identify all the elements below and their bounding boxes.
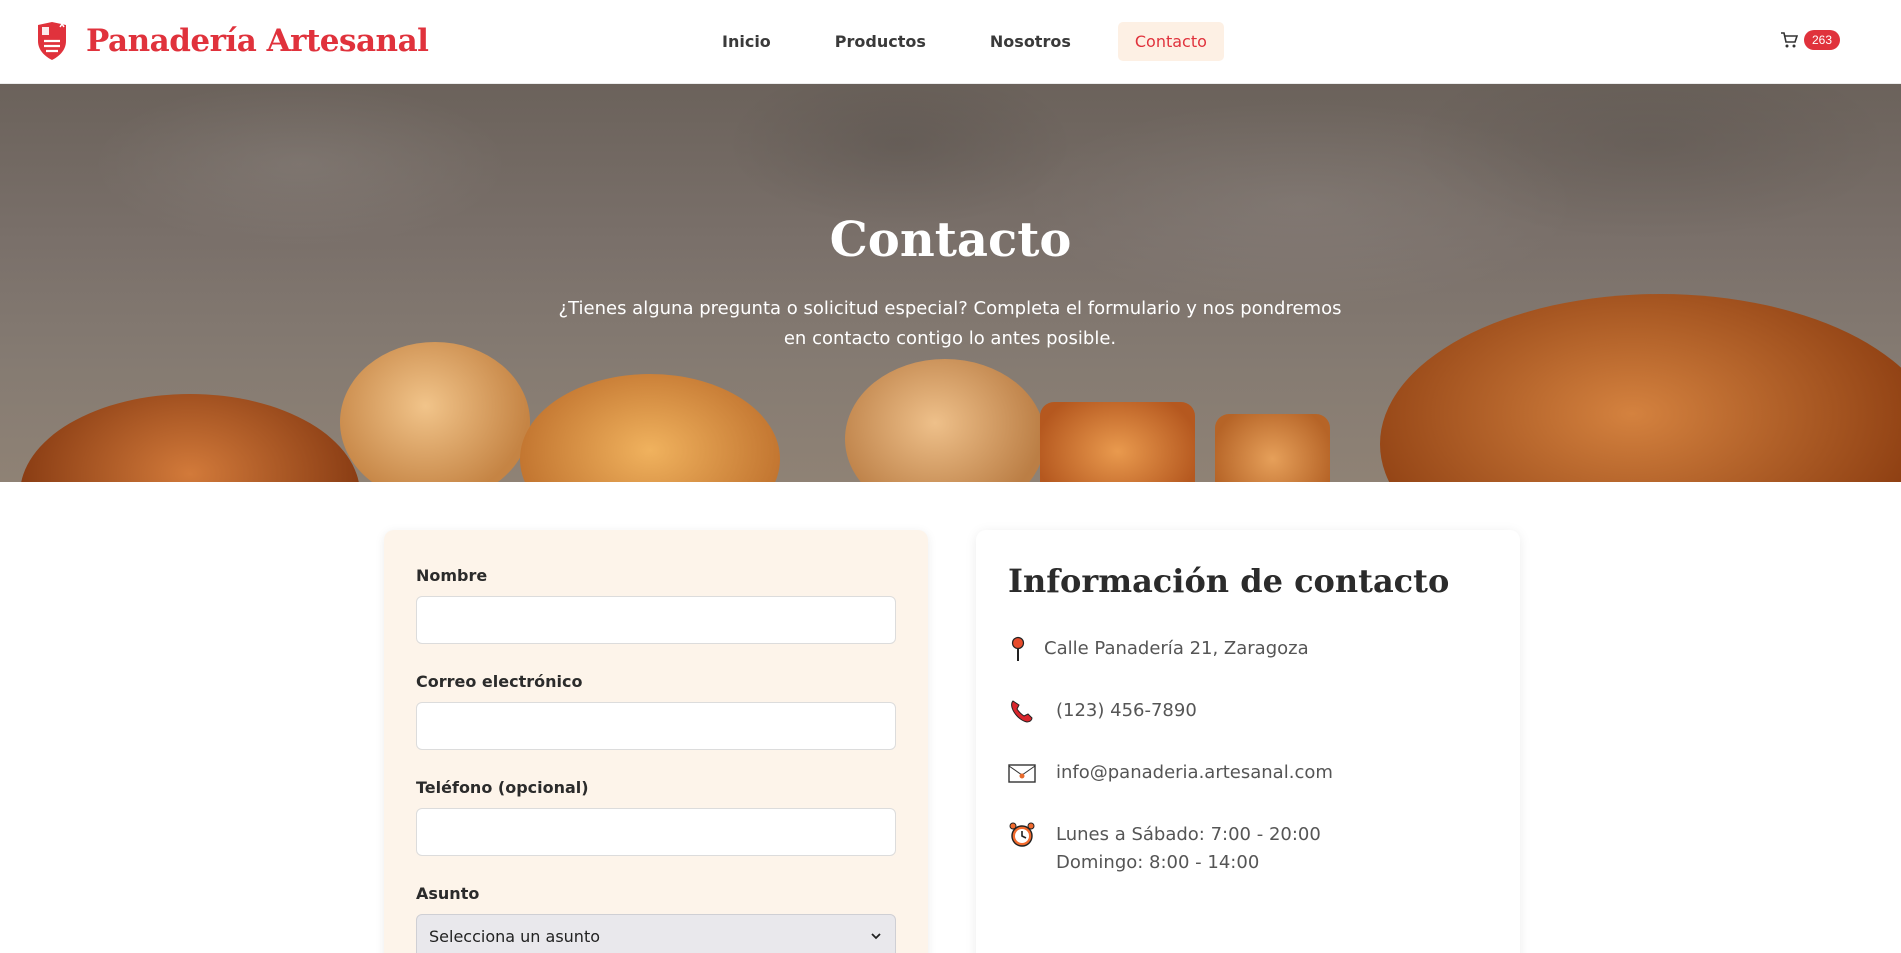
main-nav: Inicio Productos Nosotros Contacto [705, 22, 1254, 61]
nav-item-inicio[interactable]: Inicio [705, 22, 788, 61]
nav-item-nosotros[interactable]: Nosotros [973, 22, 1088, 61]
nav-item-productos[interactable]: Productos [818, 22, 943, 61]
email-text: info@panaderia.artesanal.com [1056, 762, 1333, 783]
address-row: Calle Panadería 21, Zaragoza [1008, 635, 1309, 663]
subject-label: Asunto [416, 884, 480, 903]
subject-selected-value: Selecciona un asunto [429, 927, 600, 946]
email-row: info@panaderia.artesanal.com [1008, 759, 1333, 787]
phone-icon [1011, 700, 1033, 723]
email-field[interactable] [416, 702, 896, 750]
page-title: Contacto [829, 212, 1072, 268]
hours-text: Lunes a Sábado: 7:00 - 20:00 Domingo: 8:… [1056, 821, 1321, 877]
phone-label: Teléfono (opcional) [416, 778, 589, 797]
email-label: Correo electrónico [416, 672, 583, 691]
alarm-clock-icon [1009, 822, 1035, 847]
cart-icon [1781, 32, 1798, 48]
hours-row: Lunes a Sábado: 7:00 - 20:00 Domingo: 8:… [1008, 821, 1321, 877]
address-text: Calle Panadería 21, Zaragoza [1044, 638, 1309, 659]
contact-info-title: Información de contacto [1008, 562, 1450, 600]
location-pin-icon [1011, 636, 1025, 661]
phone-field[interactable] [416, 808, 896, 856]
cart-button[interactable]: 263 [1780, 30, 1841, 50]
brand[interactable]: Panadería Artesanal [36, 21, 429, 61]
bread-image [1040, 402, 1195, 482]
bread-image [1215, 414, 1330, 482]
phone-text: (123) 456-7890 [1056, 700, 1197, 721]
hours-weekday: Lunes a Sábado: 7:00 - 20:00 [1056, 824, 1321, 845]
contact-form: Nombre Correo electrónico Teléfono (opci… [384, 530, 928, 953]
phone-row: (123) 456-7890 [1008, 697, 1197, 725]
hero-subtitle: ¿Tienes alguna pregunta o solicitud espe… [558, 298, 1342, 349]
subject-select[interactable]: Selecciona un asunto [416, 914, 896, 953]
hero-banner: Contacto ¿Tienes alguna pregunta o solic… [0, 84, 1901, 482]
top-navbar: Panadería Artesanal Inicio Productos Nos… [0, 0, 1901, 84]
cart-count-badge: 263 [1804, 30, 1841, 50]
chevron-down-icon [871, 933, 881, 940]
nav-item-contacto[interactable]: Contacto [1117, 22, 1224, 61]
envelope-icon [1008, 764, 1036, 783]
hours-sunday: Domingo: 8:00 - 14:00 [1056, 852, 1260, 873]
brand-name: Panadería Artesanal [86, 23, 429, 59]
name-field[interactable] [416, 596, 896, 644]
name-label: Nombre [416, 566, 488, 585]
contact-info-card: Información de contacto Calle Panadería … [976, 530, 1520, 953]
shield-flag-icon [38, 22, 66, 60]
